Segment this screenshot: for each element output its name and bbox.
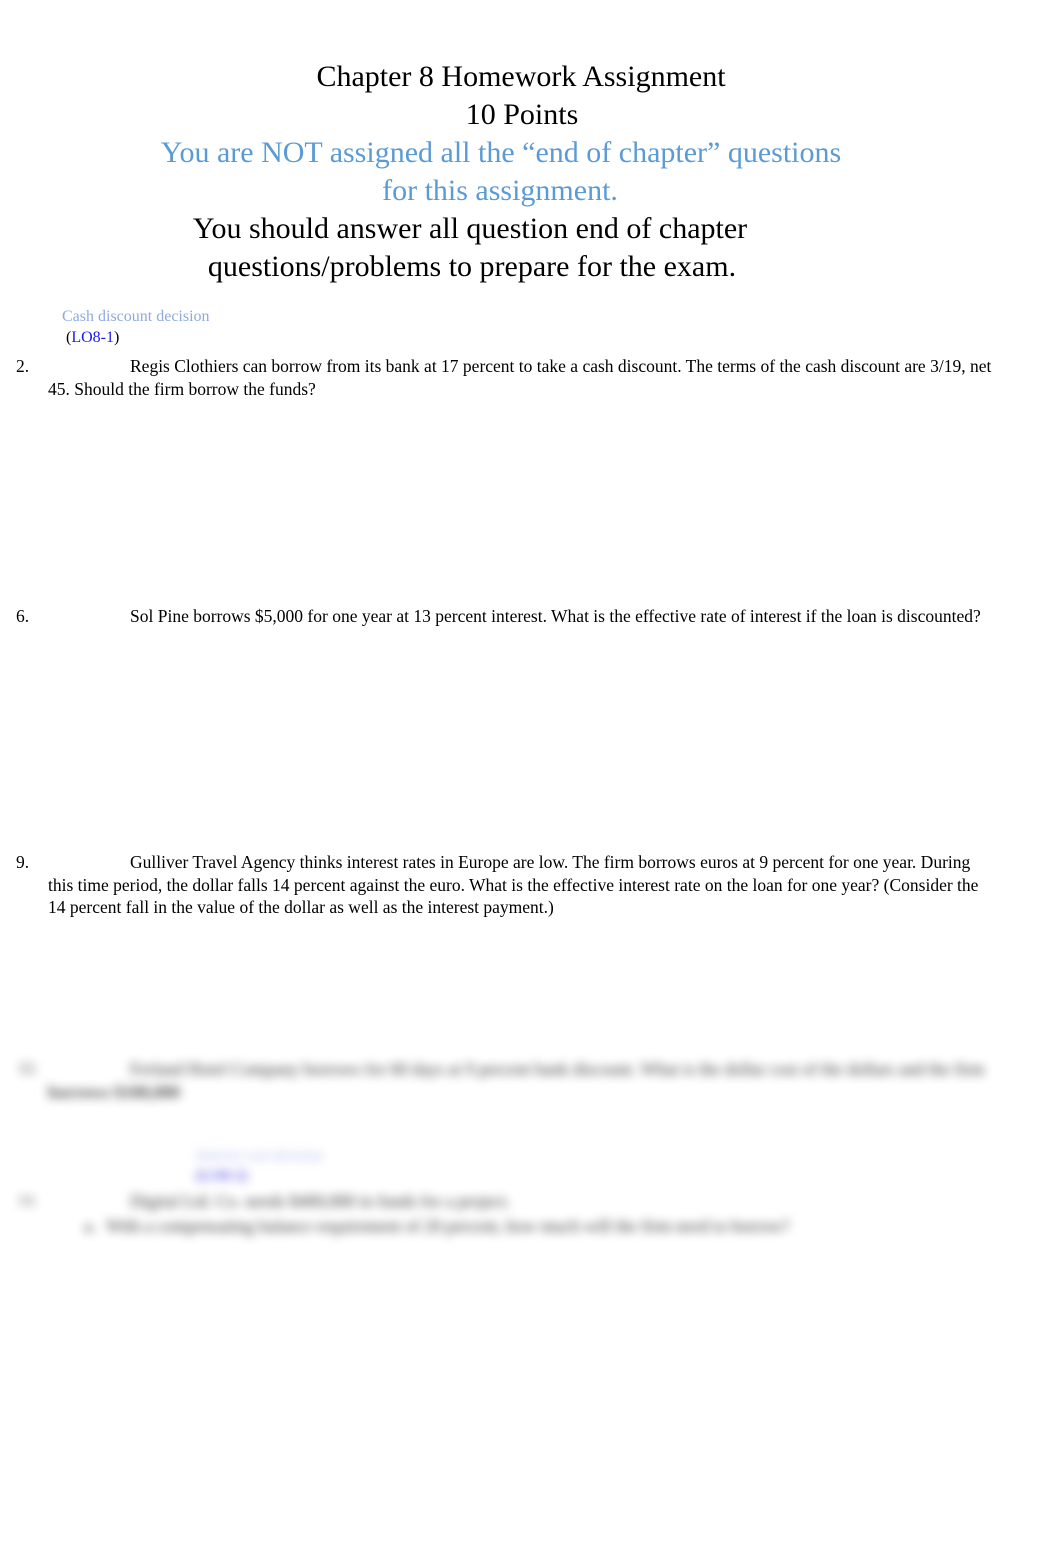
obscured-question-text: Ferland Hotel Company borrows for 60 day… bbox=[130, 1059, 843, 1079]
obscured-learning-objective: (LO8-2) bbox=[196, 1168, 248, 1184]
lo-close-paren: ) bbox=[113, 329, 120, 346]
question-item: 9. Gulliver Travel Agency thinks interes… bbox=[0, 851, 1012, 919]
points-line: 10 Points bbox=[465, 98, 579, 131]
instruction-line-2: questions/problems to prepare for the ex… bbox=[207, 250, 737, 283]
question-number: 2. bbox=[16, 356, 30, 376]
question-item: 2. Regis Clothiers can borrow from its b… bbox=[0, 355, 1012, 400]
question-number: 9. bbox=[16, 852, 30, 872]
document-page: Chapter 8 Homework Assignment 10 Points … bbox=[0, 0, 1062, 1561]
question-text: Regis Clothiers can borrow from its bank… bbox=[48, 356, 992, 399]
obscured-question-item: 13. Digital Ltd. Co. needs $400,000 in f… bbox=[0, 1190, 1010, 1237]
document-title-block: Chapter 8 Homework Assignment 10 Points … bbox=[0, 58, 1062, 286]
notice-line-1: You are NOT assigned all the “end of cha… bbox=[160, 136, 842, 169]
obscured-question-number: 13. bbox=[18, 1193, 37, 1209]
obscured-question-subitem: a. With a compensating balance requiremen… bbox=[84, 1215, 996, 1238]
lo-link[interactable]: LO8-1 bbox=[71, 329, 114, 346]
instruction-line-1: You should answer all question end of ch… bbox=[192, 212, 748, 245]
question-text-body: Regis Clothiers can borrow from its bank… bbox=[48, 355, 998, 400]
learning-objective-line: (LO8-1) bbox=[66, 327, 119, 348]
topic-label: Cash discount decision bbox=[62, 308, 210, 325]
page-title: Chapter 8 Homework Assignment bbox=[316, 60, 726, 93]
question-number: 6. bbox=[16, 606, 30, 626]
question-text: Sol Pine borrows $5,000 for one year at … bbox=[130, 606, 981, 626]
obscured-question-bold-value: borrows $100,000 bbox=[48, 1081, 180, 1102]
question-text: Gulliver Travel Agency thinks interest r… bbox=[48, 852, 979, 917]
obscured-subitem-marker: a. bbox=[84, 1215, 97, 1236]
obscured-question-item: 12. Ferland Hotel Company borrows for 60… bbox=[0, 1058, 1010, 1103]
question-text-body: Sol Pine borrows $5,000 for one year at … bbox=[48, 605, 998, 628]
obscured-question-text-body: Digital Ltd. Co. needs $400,000 in funds… bbox=[48, 1190, 996, 1237]
notice-line-2: for this assignment. bbox=[382, 174, 618, 207]
obscured-question-text-body: Ferland Hotel Company borrows for 60 day… bbox=[48, 1058, 996, 1103]
obscured-topic-label: Interest cost decision bbox=[196, 1148, 323, 1164]
obscured-question-number: 12. bbox=[18, 1060, 38, 1077]
obscured-question-text-cont: dollars and the firm bbox=[847, 1059, 985, 1079]
question-text-body: Gulliver Travel Agency thinks interest r… bbox=[48, 851, 998, 919]
obscured-question-text: Digital Ltd. Co. needs $400,000 in funds… bbox=[130, 1191, 511, 1211]
obscured-subitem-text: With a compensating balance requirement … bbox=[106, 1215, 790, 1236]
question-item: 6. Sol Pine borrows $5,000 for one year … bbox=[0, 605, 1012, 628]
